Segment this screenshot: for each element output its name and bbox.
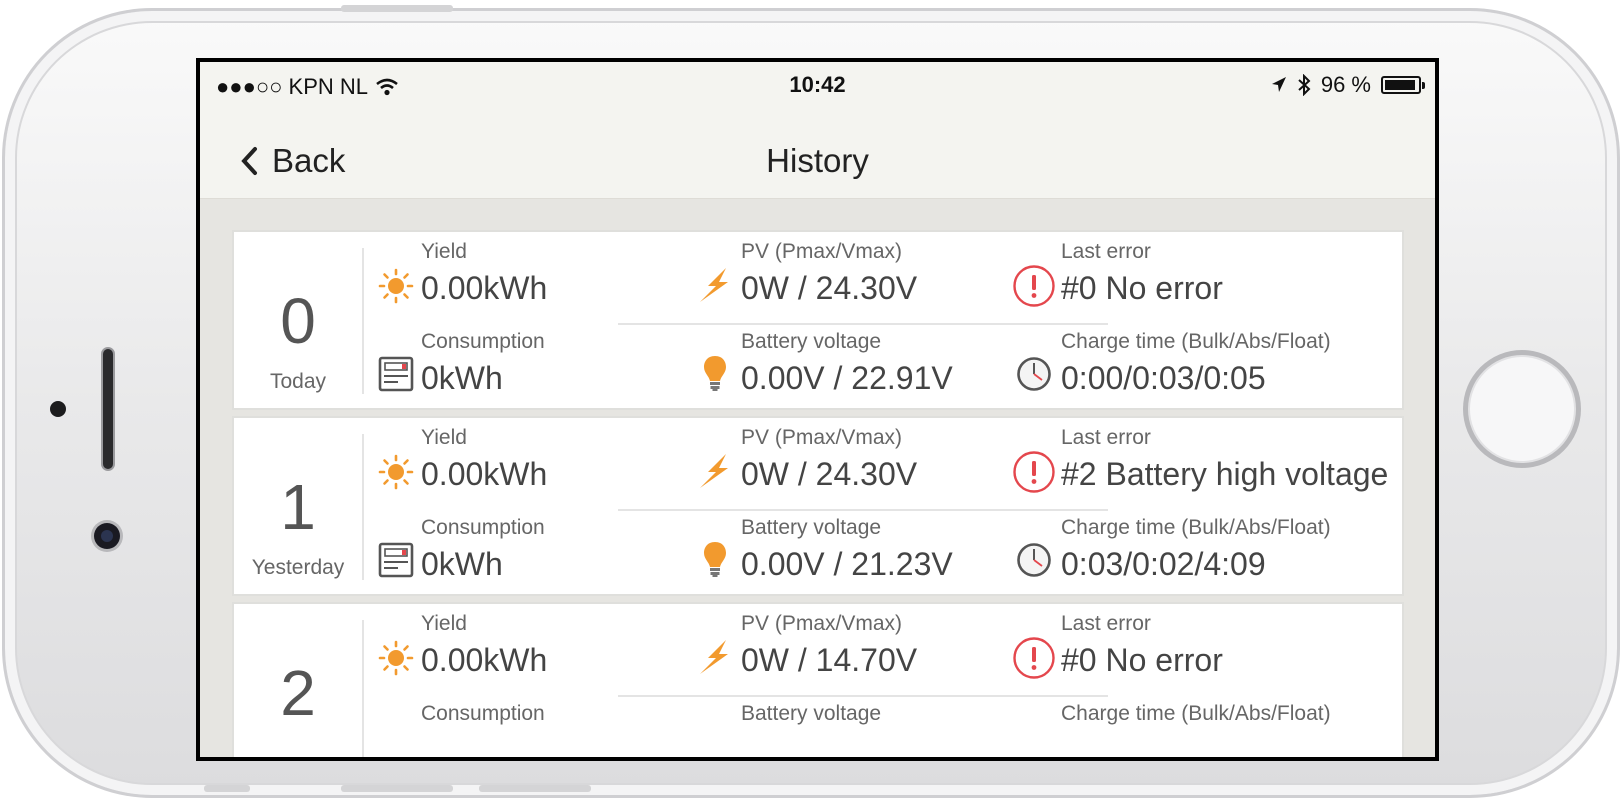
clock-icon <box>1017 357 1051 391</box>
meter-icon <box>378 356 414 392</box>
divider <box>362 620 364 757</box>
error-icon <box>1013 637 1055 679</box>
consumption-value: 0kWh <box>421 546 503 582</box>
battery-voltage-value: 0.00V / 21.23V <box>741 546 953 582</box>
divider <box>362 434 364 580</box>
divider <box>618 323 1108 325</box>
bulb-icon <box>704 542 726 577</box>
battery-voltage-label: Battery voltage <box>741 702 882 725</box>
day-label: Yesterday <box>251 556 345 579</box>
charge-time-label: Charge time (Bulk/Abs/Float) <box>1061 330 1331 353</box>
history-card[interactable]: 0 Today Yield 0.00kWh PV (Pmax/Vmax) 0W … <box>232 230 1404 410</box>
yield-label: Yield <box>421 612 467 635</box>
history-list: 0 Today Yield 0.00kWh PV (Pmax/Vmax) 0W … <box>232 230 1404 757</box>
divider <box>618 695 1108 697</box>
yield-value: 0.00kWh <box>421 270 548 306</box>
last-error-label: Last error <box>1061 240 1151 263</box>
page-title: History <box>766 142 869 179</box>
battery-percent: 96 % <box>1320 72 1371 97</box>
consumption-label: Consumption <box>421 330 545 353</box>
status-time: 10:42 <box>789 72 846 97</box>
volume-up-button <box>341 785 453 792</box>
consumption-label: Consumption <box>421 702 545 725</box>
sun-icon <box>378 268 414 304</box>
divider <box>362 248 364 394</box>
proximity-sensor <box>50 401 66 417</box>
sun-icon <box>378 454 414 490</box>
consumption-value: 0kWh <box>421 360 503 396</box>
bluetooth-icon <box>1298 74 1311 96</box>
battery-voltage-label: Battery voltage <box>741 516 882 539</box>
charge-time-label: Charge time (Bulk/Abs/Float) <box>1061 516 1331 539</box>
day-number: 1 <box>280 471 316 543</box>
location-icon <box>1271 77 1286 92</box>
history-card[interactable]: 1 Yesterday Yield 0.00kWh PV (Pmax/Vmax)… <box>232 416 1404 596</box>
yield-label: Yield <box>421 426 467 449</box>
clock-icon <box>1017 543 1051 577</box>
home-button[interactable] <box>1463 350 1581 468</box>
front-camera <box>94 523 120 549</box>
day-label: Today <box>269 370 327 393</box>
pv-value: 0W / 14.70V <box>741 642 918 678</box>
day-number: 0 <box>280 285 316 357</box>
pv-value: 0W / 24.30V <box>741 456 918 492</box>
volume-down-button <box>479 785 591 792</box>
lightning-icon <box>700 268 728 302</box>
sun-icon <box>378 640 414 676</box>
last-error-label: Last error <box>1061 612 1151 635</box>
charge-time-value: 0:03/0:02/4:09 <box>1061 546 1266 582</box>
app-screen: ●●●○○ KPN NL 10:42 96 % Back History 0 T… <box>196 58 1439 761</box>
meter-icon <box>378 542 414 578</box>
status-bar: ●●●○○ KPN NL 10:42 96 % <box>200 62 1435 106</box>
yield-label: Yield <box>421 240 467 263</box>
charge-time-label: Charge time (Bulk/Abs/Float) <box>1061 702 1331 725</box>
consumption-label: Consumption <box>421 516 545 539</box>
earpiece-speaker <box>101 347 115 471</box>
pv-label: PV (Pmax/Vmax) <box>741 612 903 635</box>
battery-voltage-value: 0.00V / 22.91V <box>741 360 953 396</box>
last-error-value: #2 Battery high voltage <box>1061 456 1389 492</box>
last-error-label: Last error <box>1061 426 1151 449</box>
last-error-value: #0 No error <box>1061 642 1223 678</box>
power-button <box>341 5 453 12</box>
navigation-bar: Back History <box>200 106 1435 199</box>
divider <box>618 509 1108 511</box>
charge-time-value: 0:00/0:03/0:05 <box>1061 360 1266 396</box>
mute-switch <box>204 785 250 792</box>
error-icon <box>1013 451 1055 493</box>
history-card[interactable]: 2 Yield 0.00kWh PV (Pmax/Vmax) 0W / 14.7… <box>232 602 1404 757</box>
battery-icon <box>1381 76 1425 94</box>
battery-voltage-label: Battery voltage <box>741 330 882 353</box>
day-number: 2 <box>280 657 316 729</box>
last-error-value: #0 No error <box>1061 270 1223 306</box>
bulb-icon <box>704 356 726 391</box>
lightning-icon <box>700 454 728 488</box>
yield-value: 0.00kWh <box>421 642 548 678</box>
lightning-icon <box>700 640 728 674</box>
phone-frame: ●●●○○ KPN NL 10:42 96 % Back History 0 T… <box>2 5 1620 798</box>
pv-label: PV (Pmax/Vmax) <box>741 426 903 449</box>
error-icon <box>1013 265 1055 307</box>
yield-value: 0.00kWh <box>421 456 548 492</box>
pv-label: PV (Pmax/Vmax) <box>741 240 903 263</box>
pv-value: 0W / 24.30V <box>741 270 918 306</box>
